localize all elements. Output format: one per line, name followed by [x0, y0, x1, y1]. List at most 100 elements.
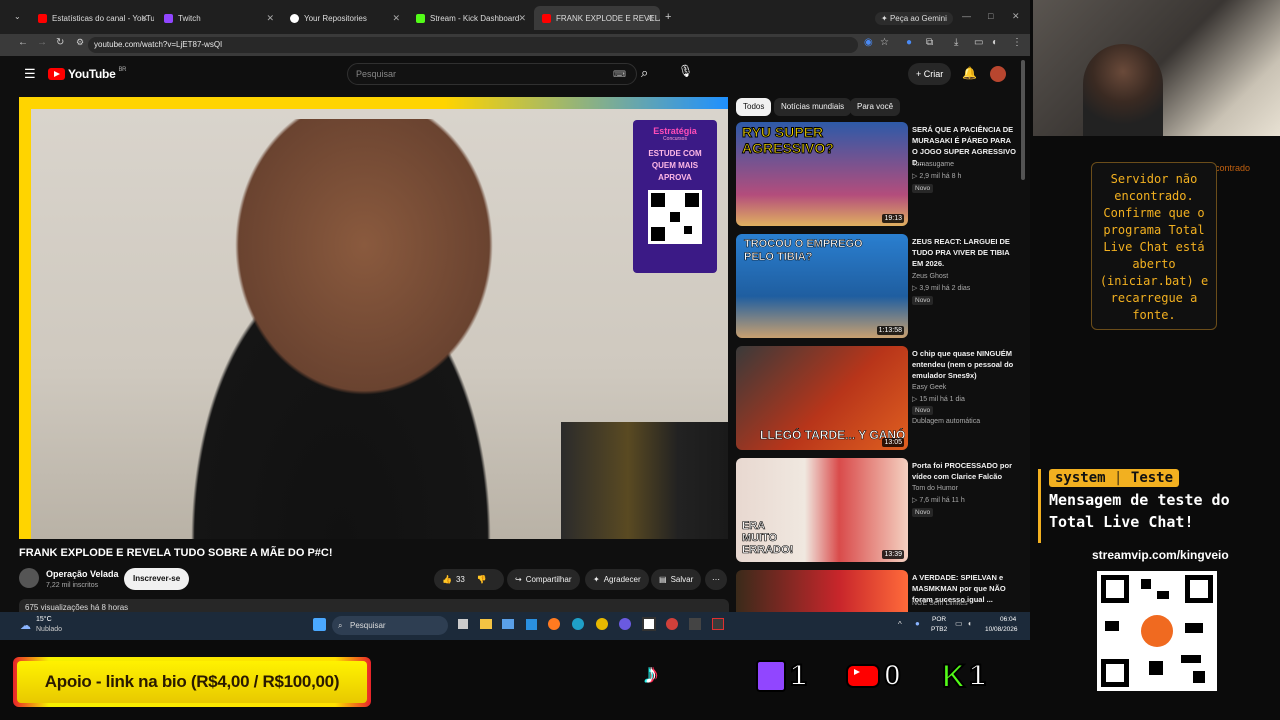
youtube-logo[interactable]: YouTube BR — [48, 67, 126, 81]
discord-icon[interactable] — [619, 618, 631, 630]
clock-time[interactable]: 06:04 — [1000, 616, 1016, 623]
task-view-icon[interactable] — [458, 619, 468, 629]
gemini-label: Peça ao Gemini — [889, 14, 947, 23]
chip-world-news[interactable]: Notícias mundiais — [774, 98, 852, 116]
windows-start-icon[interactable] — [313, 618, 326, 631]
close-icon[interactable]: ✕ — [392, 13, 400, 24]
chip-for-you[interactable]: Para você — [850, 98, 901, 116]
video-thumbnail[interactable]: LLEGÓ TARDE... Y GANÓ 13:05 — [736, 346, 908, 450]
video-thumbnail[interactable]: RYU SUPER AGRESSIVO? 19:13 — [736, 122, 908, 226]
channel-name[interactable]: Operação Velada — [46, 569, 119, 579]
extension-icon[interactable]: ● — [906, 37, 912, 48]
recommendation-item[interactable]: ERA MUITO ERRADO! 13:39 Porta foi PROCES… — [736, 458, 1021, 566]
video-player[interactable] — [19, 97, 728, 539]
obs-icon[interactable] — [642, 617, 656, 631]
like-count: 33 — [455, 575, 465, 584]
more-actions-button[interactable]: ⋯ — [705, 569, 727, 590]
firefox-icon[interactable] — [548, 618, 560, 630]
recommendation-item[interactable]: A VERDADE: SPIELVAN e MASMKMAN por que N… — [736, 570, 1021, 612]
app-icon[interactable] — [712, 618, 724, 630]
tab-label: Twitch — [178, 13, 201, 23]
weather-temp[interactable]: 15°C — [36, 616, 52, 623]
gemini-button[interactable]: ✦ Peça ao Gemini — [875, 12, 953, 25]
minimize-icon[interactable]: — — [962, 11, 971, 21]
hamburger-menu-icon[interactable]: ☰ — [24, 66, 36, 82]
subscribe-button[interactable]: Inscrever-se — [124, 568, 190, 590]
microphone-icon[interactable]: 🎙 — [678, 64, 693, 82]
search-input[interactable]: Pesquisar ⌨ — [347, 63, 637, 85]
youtube-icon — [38, 13, 47, 23]
tab-current-video[interactable]: FRANK EXPLODE E REVELA ✕ — [534, 6, 660, 30]
url-field[interactable]: youtube.com/watch?v=LjET87-wsQI — [88, 37, 858, 53]
promo-brand: Estratégia — [653, 126, 697, 136]
tray-expand-icon[interactable]: ^ — [898, 620, 902, 629]
recommendation-item[interactable]: RYU SUPER AGRESSIVO? 19:13 SERÁ QUE A PA… — [736, 122, 1021, 230]
download-icon[interactable]: ⤓ — [954, 37, 958, 48]
close-icon[interactable]: ✕ — [140, 13, 148, 24]
search-icon[interactable]: ⌕ — [641, 65, 648, 81]
video-thumbnail[interactable]: TROCOU O EMPREGO PELO TIBIA? 1:13:58 — [736, 234, 908, 338]
thanks-button[interactable]: ✦ Agradecer — [585, 569, 649, 590]
clock-date[interactable]: 10/08/2026 — [985, 626, 1018, 633]
weather-icon: ☁ — [20, 620, 31, 632]
bookmark-icon[interactable]: ☆ — [880, 37, 889, 48]
close-icon[interactable]: ✕ — [266, 13, 274, 24]
recommendation-item[interactable]: TROCOU O EMPREGO PELO TIBIA? 1:13:58 ZEU… — [736, 234, 1021, 342]
reload-icon[interactable]: ↻ — [56, 37, 64, 48]
video-thumbnail[interactable] — [736, 570, 908, 612]
weather-desc[interactable]: Nublado — [36, 626, 62, 633]
chat-error-fragment: contrado — [1215, 163, 1251, 173]
file-explorer-icon[interactable] — [480, 619, 492, 629]
mail-icon[interactable] — [526, 619, 537, 630]
back-icon[interactable]: ← — [18, 37, 28, 48]
chrome-icon[interactable] — [596, 618, 608, 630]
extensions-puzzle-icon[interactable]: ⧉ — [926, 37, 933, 48]
forward-icon[interactable]: → — [37, 37, 47, 48]
tray-icon[interactable]: ● — [915, 619, 920, 628]
notifications-bell-icon[interactable]: 🔔 — [962, 66, 977, 80]
taskbar-search-label: Pesquisar — [350, 621, 386, 630]
translate-icon[interactable]: ◉ — [864, 37, 873, 48]
thumbnail-text: TROCOU O EMPREGO PELO TIBIA? — [744, 238, 863, 264]
chip-all[interactable]: Todos — [736, 98, 772, 116]
scrollbar-thumb[interactable] — [1021, 60, 1025, 180]
video-thumbnail[interactable]: ERA MUITO ERRADO! 13:39 — [736, 458, 908, 562]
save-button[interactable]: ▤ Salvar — [651, 569, 702, 590]
tab-twitch[interactable]: Twitch ✕ — [156, 6, 280, 30]
twitch-icon — [756, 660, 786, 692]
store-icon[interactable] — [502, 619, 514, 629]
taskbar-search[interactable]: ⌕ Pesquisar — [332, 616, 448, 635]
recommendation-item[interactable]: LLEGÓ TARDE... Y GANÓ 13:05 O chip que q… — [736, 346, 1021, 454]
avatar[interactable] — [990, 66, 1006, 82]
edge-icon[interactable] — [572, 618, 584, 630]
new-tab-icon[interactable]: + — [665, 11, 671, 23]
volume-icon[interactable]: ◖ — [967, 619, 972, 628]
close-icon[interactable]: ✕ — [518, 13, 526, 24]
network-icon[interactable]: ▭ — [955, 619, 963, 628]
maximize-icon[interactable]: □ — [988, 11, 993, 21]
window-close-icon[interactable]: ✕ — [1012, 11, 1020, 22]
like-icon[interactable]: 👍 — [442, 575, 452, 584]
language-indicator[interactable]: POR — [932, 616, 946, 623]
tab-list-icon[interactable]: ⌄ — [14, 12, 21, 21]
menu-dots-icon[interactable]: ⋮ — [1012, 37, 1022, 48]
tab-github[interactable]: Your Repositories ✕ — [282, 6, 406, 30]
cast-icon[interactable]: ▭ — [974, 37, 983, 48]
profile-icon[interactable]: ◐ — [992, 37, 998, 48]
keyboard-layout[interactable]: PTB2 — [931, 626, 947, 633]
share-button[interactable]: ↪ Compartilhar — [507, 569, 580, 590]
app-icon[interactable] — [666, 618, 678, 630]
tab-label: Estatísticas do canal - YouTube — [52, 13, 154, 23]
new-badge: Novo — [912, 508, 934, 517]
thanks-icon: ✦ — [593, 575, 600, 584]
channel-avatar[interactable] — [19, 568, 39, 588]
close-icon[interactable]: ✕ — [646, 13, 654, 24]
keyboard-icon[interactable]: ⌨ — [613, 64, 626, 84]
tab-youtube-stats[interactable]: Estatísticas do canal - YouTube ✕ — [30, 6, 154, 30]
dislike-icon[interactable]: 👎 — [477, 575, 487, 584]
site-info-icon[interactable]: ⚙ — [76, 37, 84, 48]
tab-kick[interactable]: Stream - Kick Dashboard ✕ — [408, 6, 532, 30]
create-button[interactable]: + Criar — [908, 63, 952, 85]
app-icon[interactable] — [689, 618, 701, 630]
like-dislike-group[interactable]: 👍 33 👎 — [434, 569, 504, 590]
